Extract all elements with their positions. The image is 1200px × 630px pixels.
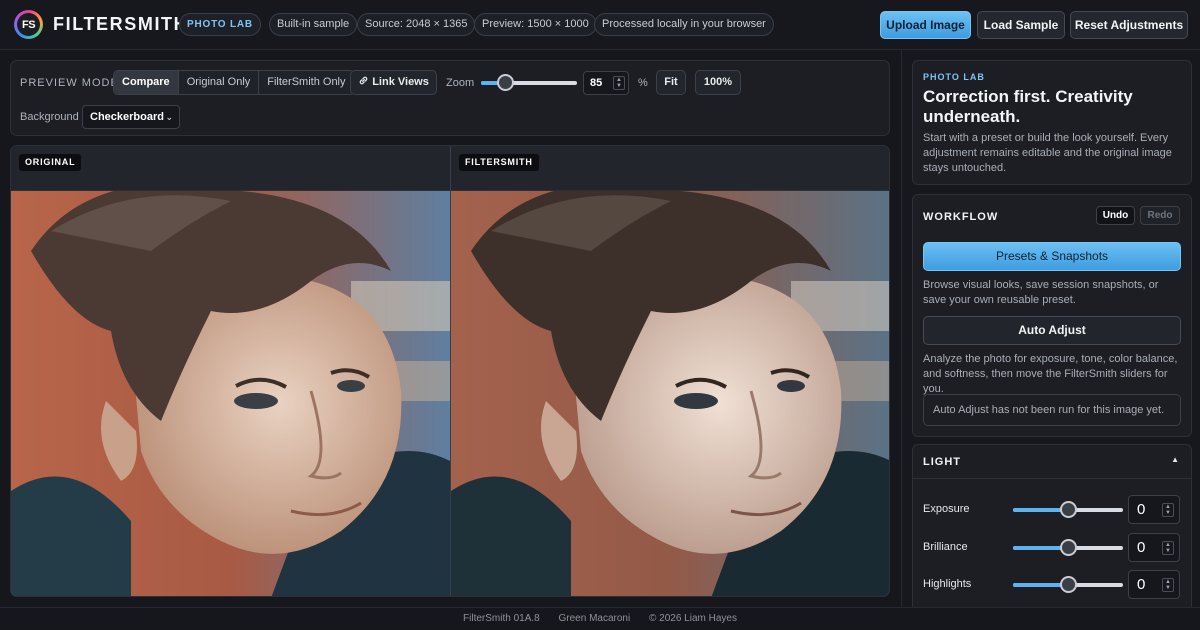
stepper-icon[interactable]: ▲ ▼ [1162,503,1174,517]
zoom-slider[interactable] [481,74,577,91]
presets-snapshots-button[interactable]: Presets & Snapshots [923,242,1181,271]
reset-adjustments-button[interactable]: Reset Adjustments [1070,11,1188,39]
mode-original-only[interactable]: Original Only [178,71,260,94]
redo-button[interactable]: Redo [1140,206,1180,225]
chevron-down-icon: ⌄ [165,112,173,122]
collapse-caret-icon[interactable]: ▲ [1171,455,1179,464]
exposure-input[interactable]: 0 ▲ ▼ [1128,495,1180,524]
zoom-value: 85 [590,77,603,89]
brilliance-input[interactable]: 0 ▲ ▼ [1128,533,1180,562]
original-pane-header: ORIGINAL [11,146,450,191]
adjustment-value: 0 [1137,501,1146,518]
link-views-button[interactable]: Link Views [350,70,437,95]
slider-thumb[interactable] [1060,576,1077,593]
auto-adjust-description: Analyze the photo for exposure, tone, co… [923,353,1178,395]
app-footer: FilterSmith 01A.8 Green Macaroni © 2026 … [0,607,1200,630]
intro-card: PHOTO LAB Correction first. Creativity u… [912,60,1192,185]
intro-title: Correction first. Creativity underneath. [923,87,1133,126]
intro-eyebrow: PHOTO LAB [923,72,985,82]
filtersmith-photo[interactable] [451,191,889,596]
stepper-icon[interactable]: ▲ ▼ [1162,578,1174,592]
original-photo[interactable] [11,191,450,596]
fit-button[interactable]: Fit [656,70,686,95]
background-select[interactable]: Checkerboard ⌄ [82,105,180,129]
app-name: FILTERSMITH [53,14,189,34]
auto-adjust-status: Auto Adjust has not been run for this im… [923,394,1181,426]
adjustment-label: Brilliance [923,541,968,553]
light-section-header[interactable]: LIGHT ▲ [913,445,1191,479]
intro-description: Start with a preset or build the look yo… [923,132,1172,174]
logo-text: FS [17,13,40,36]
slider-thumb[interactable] [1060,501,1077,518]
zoom-input[interactable]: 85 ▲ ▼ [583,71,629,95]
mode-compare[interactable]: Compare [114,71,179,94]
footer-build: Green Macaroni [558,613,631,624]
app-header: FS FILTERSMITH PHOTO LAB Built-in sample… [0,0,1200,50]
upload-image-button[interactable]: Upload Image [880,11,971,39]
auto-adjust-button[interactable]: Auto Adjust [923,316,1181,345]
footer-copyright: © 2026 Liam Hayes [649,613,737,624]
local-processing-chip: Processed locally in your browser [594,13,774,36]
undo-button[interactable]: Undo [1096,206,1135,225]
highlights-input[interactable]: 0 ▲ ▼ [1128,570,1180,599]
photo-lab-badge: PHOTO LAB [179,13,261,36]
zoom-label: Zoom [446,77,475,89]
background-select-value: Checkerboard [90,111,164,123]
light-title: LIGHT [923,456,961,468]
preview-mode-segmented: Compare Original Only FilterSmith Only [113,70,355,95]
zoom-stepper-icon[interactable]: ▲ ▼ [613,76,625,90]
load-sample-button[interactable]: Load Sample [977,11,1065,39]
workflow-card: WORKFLOW Undo Redo Presets & Snapshots B… [912,194,1192,437]
sample-chip: Built-in sample [269,13,358,36]
workflow-title: WORKFLOW [923,211,999,223]
preview-toolbar: PREVIEW MODE Compare Original Only Filte… [10,60,890,136]
original-label: ORIGINAL [19,154,82,171]
brilliance-slider[interactable] [1013,539,1123,556]
exposure-slider[interactable] [1013,501,1123,518]
zoom-unit: % [638,77,648,89]
compare-preview: ORIGINAL FILTERSMITH [10,145,890,597]
source-size-chip: Source: 2048 × 1365 [357,13,476,36]
adjustment-label: Exposure [923,503,970,515]
slider-thumb[interactable] [1060,539,1077,556]
footer-version: FilterSmith 01A.8 [463,613,540,624]
light-section: LIGHT ▲ Exposure 0 ▲ ▼ Brilliance 0 ▲ ▼ … [912,444,1192,607]
presets-description: Browse visual looks, save session snapsh… [923,279,1159,306]
adjustment-label: Highlights [923,578,972,590]
highlights-slider[interactable] [1013,576,1123,593]
preview-size-chip: Preview: 1500 × 1000 [474,13,597,36]
app-logo-icon: FS [14,10,43,39]
stepper-icon[interactable]: ▲ ▼ [1162,541,1174,555]
mode-filtersmith-only[interactable]: FilterSmith Only [259,71,354,94]
preview-mode-label: PREVIEW MODE [20,77,119,89]
filtered-pane-header: FILTERSMITH [451,146,889,191]
zoom-100-button[interactable]: 100% [695,70,741,95]
link-icon [358,76,372,88]
adjustments-sidebar: PHOTO LAB Correction first. Creativity u… [901,50,1200,607]
adjustment-value: 0 [1137,576,1146,593]
filtersmith-label: FILTERSMITH [459,154,539,171]
background-label: Background [20,111,79,123]
zoom-slider-thumb[interactable] [497,74,514,91]
adjustment-value: 0 [1137,539,1146,556]
link-views-label: Link Views [372,76,429,88]
